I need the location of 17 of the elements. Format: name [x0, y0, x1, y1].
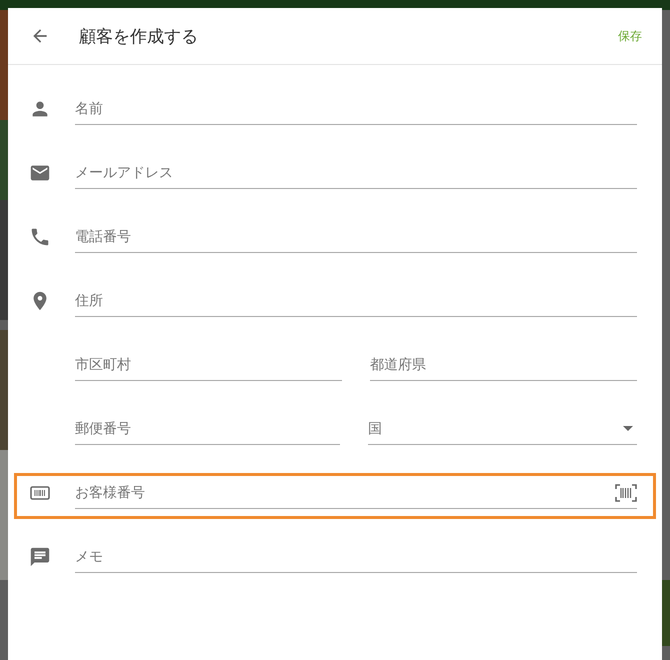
- input-field[interactable]: 都道府県: [370, 349, 637, 381]
- dropdown-caret-icon: [623, 426, 633, 431]
- input-field[interactable]: 電話番号: [75, 221, 637, 253]
- country-select[interactable]: 国: [368, 413, 637, 445]
- chat-bubble-icon: [29, 546, 51, 568]
- input-field[interactable]: 住所: [75, 285, 637, 317]
- barcode-card-icon: [30, 486, 50, 500]
- input-field[interactable]: メモ: [75, 541, 637, 573]
- barcode-scan-icon[interactable]: [615, 484, 637, 502]
- dialog-title: 顧客を作成する: [79, 26, 199, 48]
- phone-icon: [29, 226, 51, 248]
- input-field[interactable]: 名前: [75, 93, 637, 125]
- input-field[interactable]: 市区町村: [75, 349, 342, 381]
- input-field[interactable]: 郵便番号: [75, 413, 340, 445]
- customer-number-field[interactable]: お客様番号: [75, 477, 637, 509]
- save-button[interactable]: 保存: [618, 24, 642, 48]
- input-field[interactable]: メールアドレス: [75, 157, 637, 189]
